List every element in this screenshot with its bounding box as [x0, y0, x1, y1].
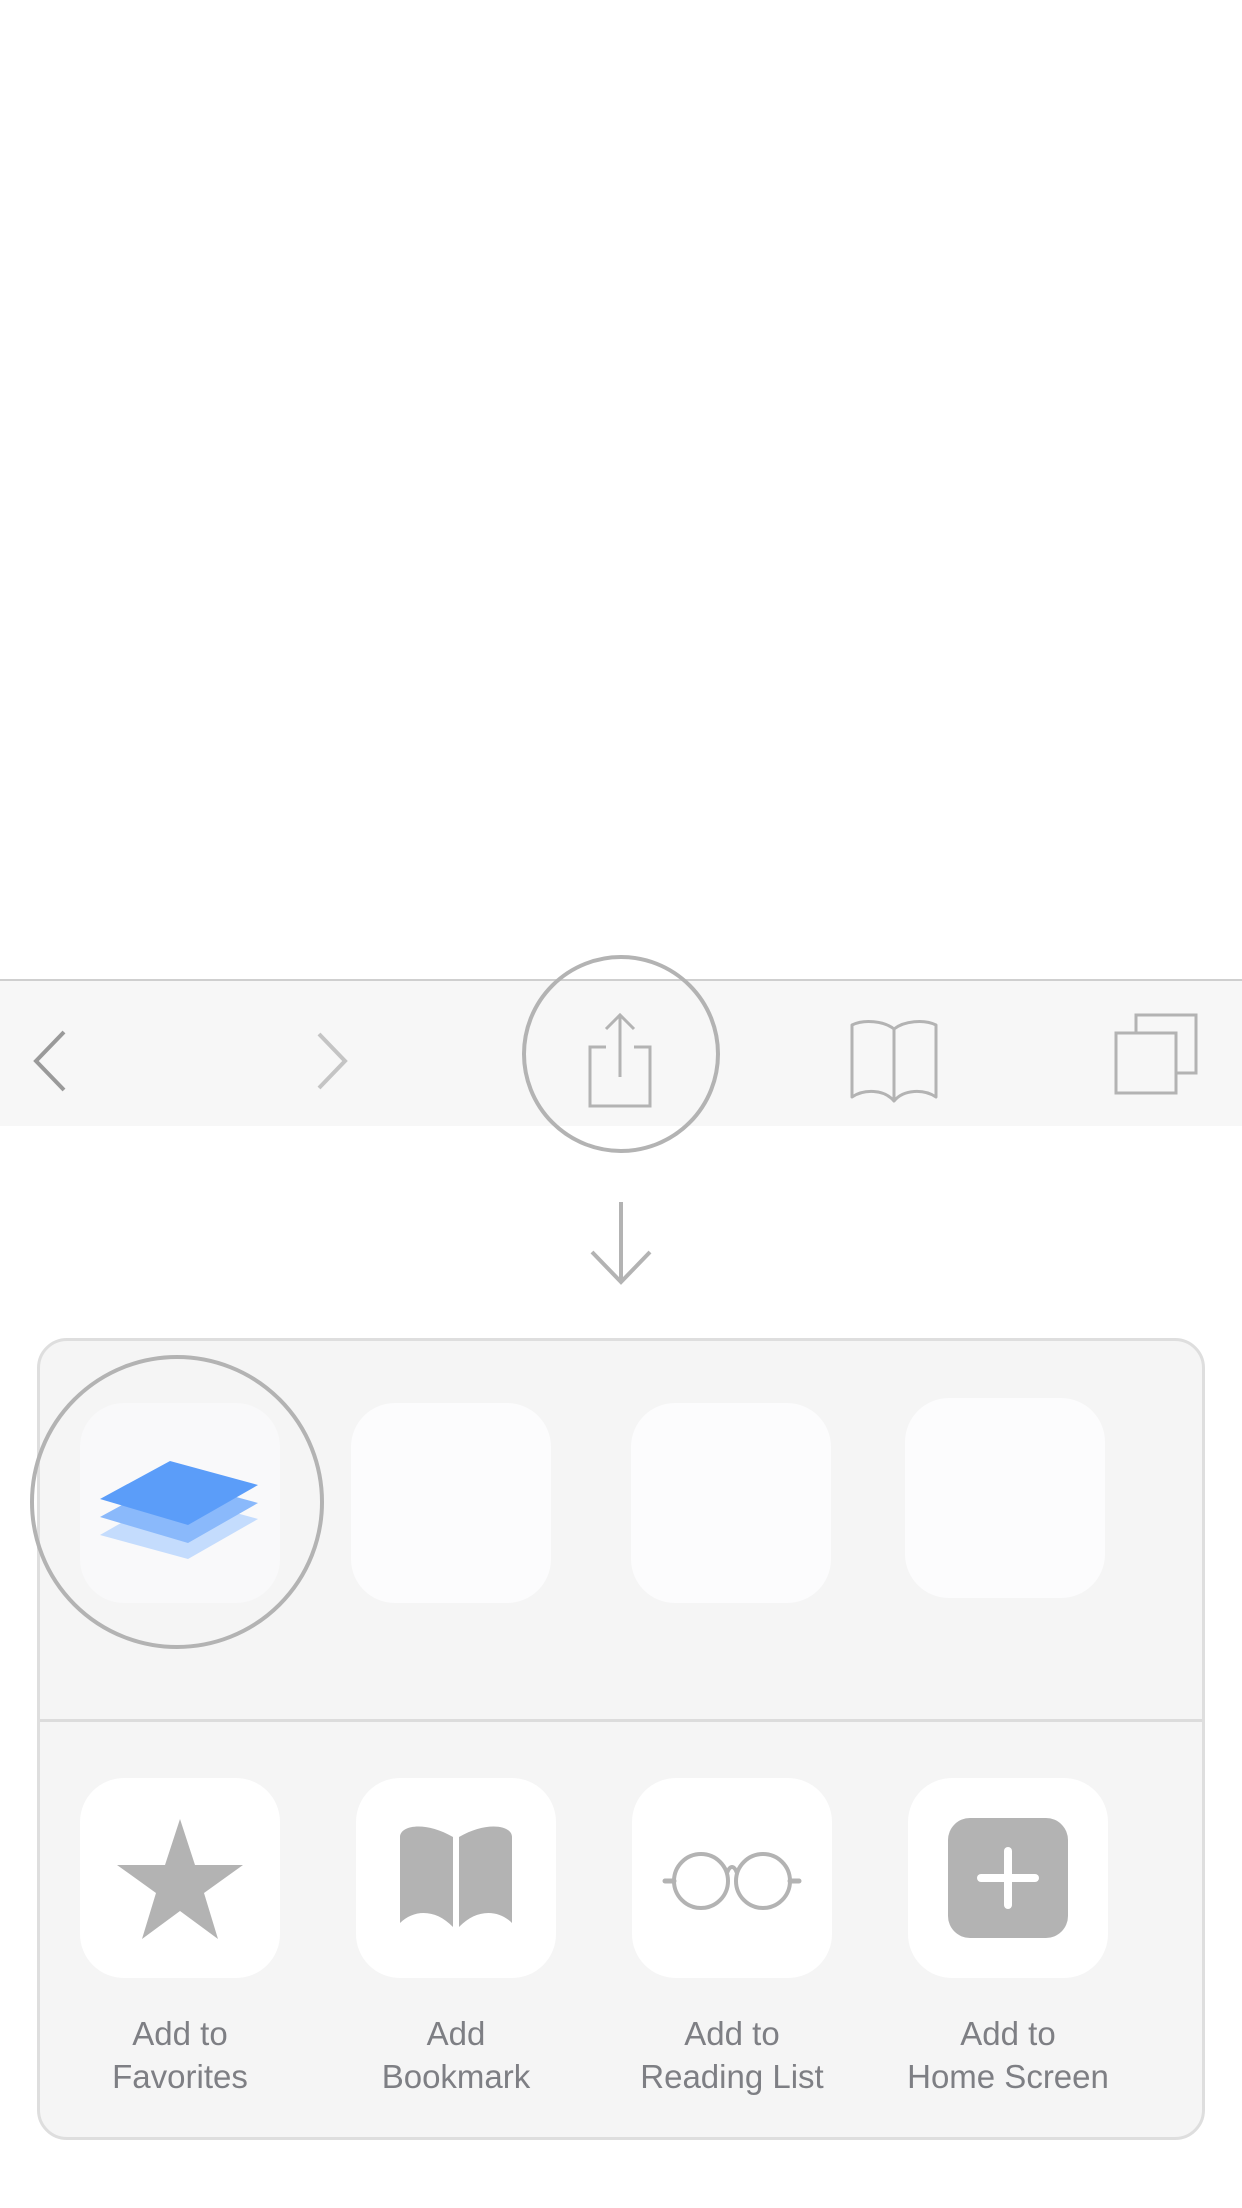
share-app-layers[interactable]: [80, 1403, 280, 1603]
add-to-reading-list-action[interactable]: Add to Reading List: [602, 1778, 862, 2098]
action-label: Add to Home Screen: [907, 2015, 1109, 2095]
action-icon-box: [632, 1778, 832, 1978]
chevron-right-icon: [317, 1032, 348, 1090]
share-app-placeholder[interactable]: [351, 1403, 551, 1603]
glasses-icon: [662, 1852, 802, 1910]
arrow-down-icon: [590, 1202, 652, 1285]
action-label: Add to Reading List: [640, 2015, 824, 2095]
share-app-placeholder[interactable]: [905, 1398, 1105, 1598]
action-label: Add Bookmark: [381, 2015, 531, 2095]
add-to-home-screen-action[interactable]: Add to Home Screen: [878, 1778, 1138, 2098]
tabs-icon: [1114, 1013, 1198, 1095]
bookmarks-button[interactable]: [846, 1015, 942, 1105]
add-to-favorites-action[interactable]: Add to Favorites: [50, 1778, 310, 2098]
back-button[interactable]: [28, 1026, 78, 1096]
action-icon-box: [80, 1778, 280, 1978]
chevron-left-icon: [33, 1030, 66, 1092]
book-icon: [400, 1826, 512, 1927]
browser-toolbar: [0, 979, 1242, 1126]
action-label: Add to Favorites: [112, 2015, 248, 2095]
layers-icon: [100, 1461, 258, 1559]
star-icon: [117, 1819, 243, 1939]
forward-button[interactable]: [305, 1026, 355, 1096]
share-icon: [588, 1012, 652, 1108]
share-app-placeholder[interactable]: [631, 1403, 831, 1603]
page: Add to Favorites Add Bookmark Add to Rea…: [0, 0, 1242, 2208]
action-icon-box: [908, 1778, 1108, 1978]
share-sheet: Add to Favorites Add Bookmark Add to Rea…: [37, 1338, 1205, 2140]
book-icon: [850, 1020, 938, 1103]
plus-square-icon: [948, 1818, 1068, 1938]
add-bookmark-action[interactable]: Add Bookmark: [326, 1778, 586, 2098]
sheet-divider: [40, 1719, 1202, 1722]
action-icon-box: [356, 1778, 556, 1978]
tabs-button[interactable]: [1110, 1011, 1206, 1101]
share-button[interactable]: [580, 1011, 660, 1111]
